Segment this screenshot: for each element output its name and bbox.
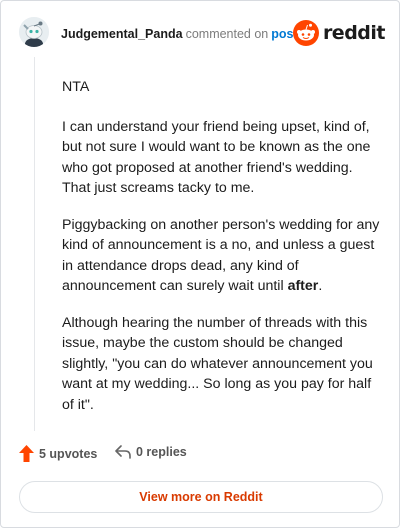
user-avatar[interactable] (19, 17, 49, 47)
reddit-brand[interactable]: reddit (292, 19, 386, 47)
reply-arrow-icon (115, 445, 131, 459)
arrow-up-icon (19, 445, 34, 462)
comment-text: Piggybacking on another person's wedding… (62, 216, 380, 295)
comment-bold-text: after (287, 278, 319, 294)
comment-paragraph: NTA (62, 79, 90, 95)
comment-text: . (318, 278, 323, 294)
username-link[interactable]: Judgemental_Panda (61, 27, 183, 41)
comment-meta: Judgemental_Panda commented on post (61, 27, 298, 41)
view-more-button[interactable]: View more on Reddit (19, 481, 383, 513)
thread-line (34, 57, 35, 431)
comment-paragraph: I can understand your friend being upset… (62, 118, 371, 197)
reddit-wordmark: reddit (322, 22, 386, 44)
replies-button[interactable]: 0 replies (115, 445, 187, 459)
comment-paragraph: Piggybacking on another person's wedding… (62, 215, 382, 297)
reply-count: 0 replies (136, 445, 187, 459)
comment-paragraph: Although hearing the number of threads w… (62, 314, 373, 413)
upvote-button[interactable]: 5 upvotes (19, 445, 97, 462)
reddit-snoo-icon (292, 20, 319, 46)
comment-body: NTA I can understand your friend being u… (62, 77, 382, 431)
comment-header: Judgemental_Panda commented on post reddit (19, 17, 386, 51)
upvote-count: 5 upvotes (39, 446, 98, 461)
comment-embed-card: Judgemental_Panda commented on post reddit… (0, 0, 400, 528)
snoo-avatar-icon (19, 17, 49, 47)
action-text: commented on (185, 27, 269, 41)
